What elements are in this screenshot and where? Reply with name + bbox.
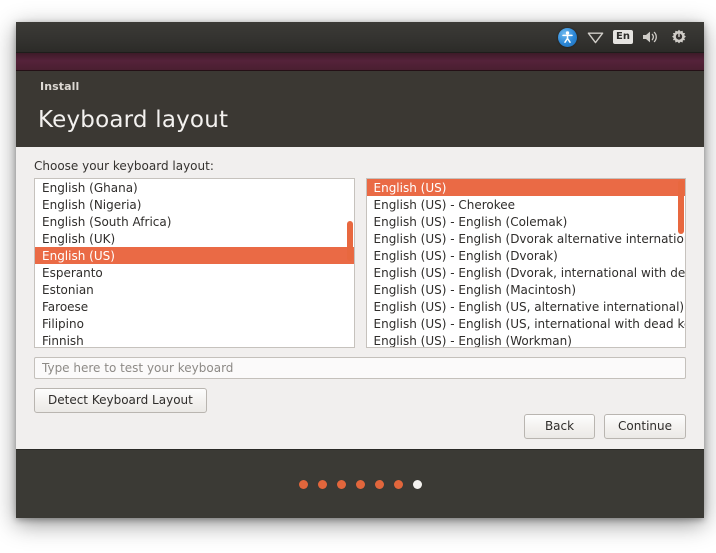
keyboard-indicator[interactable]: En [610,26,636,48]
window-title-strip [16,53,704,71]
keyboard-indicator-label: En [613,30,633,44]
variant-list-item-row[interactable]: English (US) - Cherokee [367,196,686,213]
layout-lists: English (Ghana) English (Nigeria) English … [34,178,686,348]
detect-keyboard-layout-button[interactable]: Detect Keyboard Layout [34,388,207,413]
language-list-item-row[interactable]: English (Ghana) [35,179,354,196]
volume-icon[interactable] [638,26,664,48]
language-list-item-row[interactable]: Esperanto [35,264,354,281]
variant-list-item-row[interactable]: English (US) - English (US, internationa… [367,315,686,332]
installer-window: En Install Keyboard layout Choose your k… [16,22,704,518]
progress-dot [317,479,327,489]
content-area: Choose your keyboard layout: English (Gh… [16,147,704,449]
progress-dots [298,479,422,489]
variant-list-item-row[interactable]: English (US) - English (US, alternative … [367,298,686,315]
progress-dot [393,479,403,489]
language-list-item-row[interactable]: Finnish [35,332,354,347]
progress-dot [355,479,365,489]
progress-dot [298,479,308,489]
top-panel: En [16,22,704,53]
language-list-item-row[interactable]: English (Nigeria) [35,196,354,213]
choose-layout-label: Choose your keyboard layout: [34,159,214,173]
variant-list-item-row[interactable]: English (US) - English (Colemak) [367,213,686,230]
progress-dot-current [412,479,422,489]
progress-dot [374,479,384,489]
language-list-scrollbar[interactable] [346,179,354,347]
language-list-item-row[interactable]: English (US) [35,247,354,264]
back-button[interactable]: Back [524,414,596,439]
network-icon[interactable] [582,26,608,48]
navigation-buttons: Back Continue [524,414,686,439]
language-list-item-row[interactable]: English (UK) [35,230,354,247]
language-list-item-row[interactable]: Filipino [35,315,354,332]
keyboard-test-input[interactable] [34,357,686,379]
variant-list-item-row[interactable]: English (US) - English (Workman) [367,332,686,347]
progress-dot [336,479,346,489]
variant-list-item-row[interactable]: English (US) - English (Dvorak, internat… [367,264,686,281]
variant-list-scroll-thumb[interactable] [678,180,684,234]
power-gear-icon[interactable] [666,26,692,48]
variant-list-item-row[interactable]: English (US) - English (Dvorak) [367,247,686,264]
continue-button[interactable]: Continue [604,414,686,439]
language-list-item-row[interactable]: Estonian [35,281,354,298]
language-listbox[interactable]: English (Ghana) English (Nigeria) English … [34,178,355,348]
accessibility-icon[interactable] [554,26,580,48]
window-header: Install Keyboard layout [16,71,704,147]
accessibility-badge [557,27,577,47]
language-list-item-row[interactable]: Faroese [35,298,354,315]
window-footer [16,449,704,518]
page-title: Keyboard layout [38,107,229,133]
variant-list-scrollbar[interactable] [678,179,685,347]
language-list-item-row[interactable]: English (South Africa) [35,213,354,230]
variant-listbox[interactable]: English (US) English (US) - Cherokee Engli… [365,178,686,348]
variant-list-item-row[interactable]: English (US) [366,179,685,196]
variant-list-item-row[interactable]: English (US) - English (Macintosh) [367,281,686,298]
language-list-scroll-thumb[interactable] [346,221,353,261]
variant-list-item-row[interactable]: English (US) - English (Dvorak alternati… [367,230,686,247]
app-label: Install [40,80,80,93]
detect-row: Detect Keyboard Layout [34,388,686,413]
